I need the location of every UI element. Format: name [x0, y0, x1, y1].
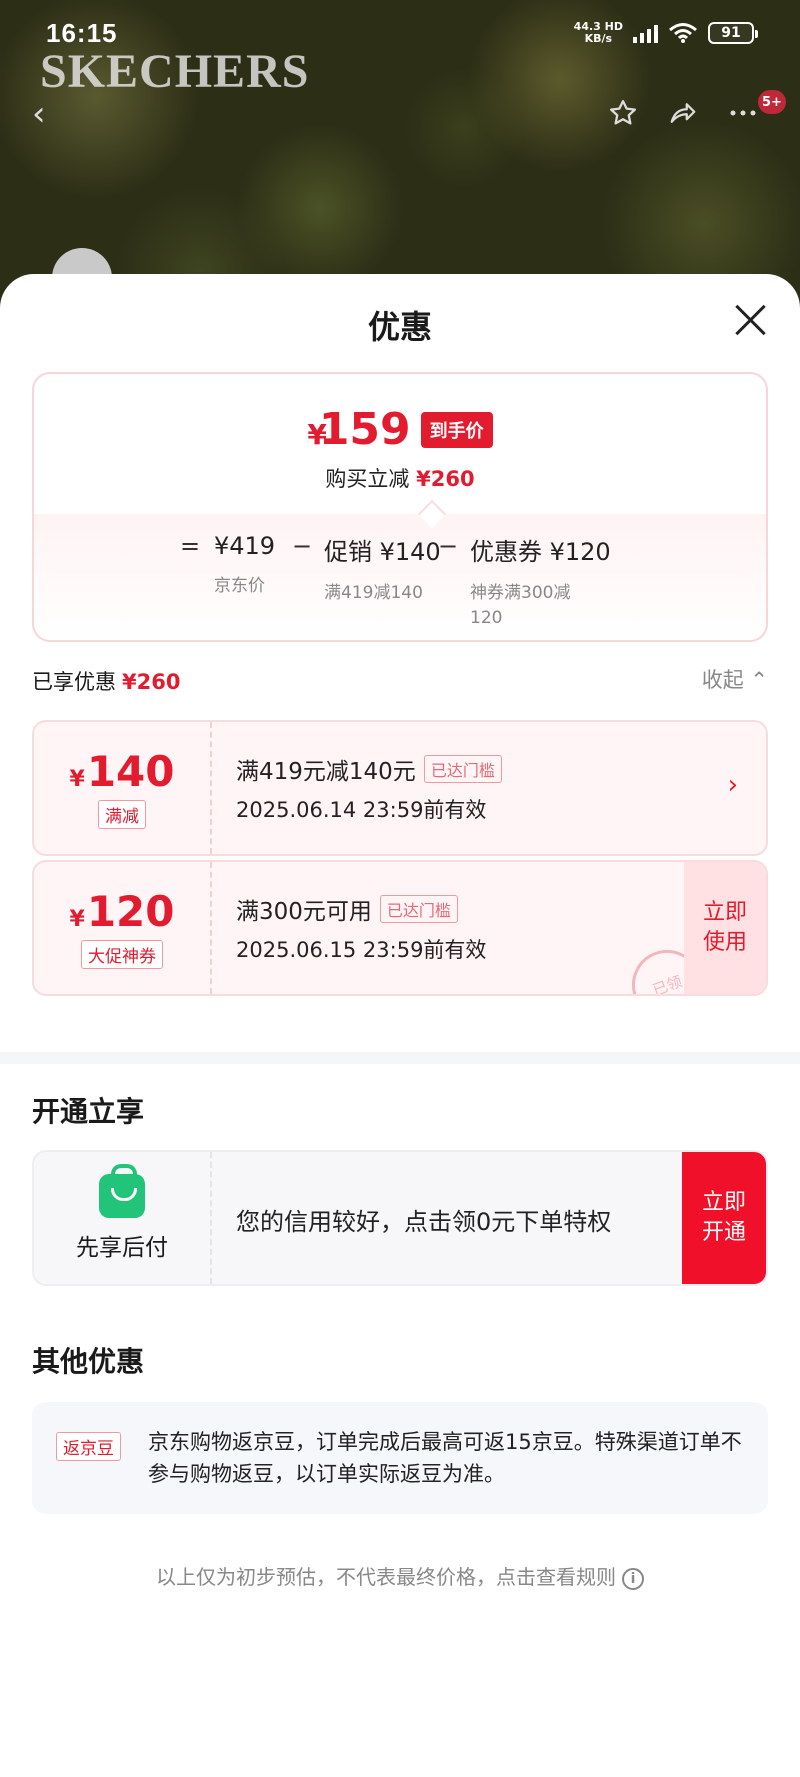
coupon-value: ¥140 [69, 747, 175, 796]
chevron-up-icon: ⌃ [750, 668, 768, 692]
threshold-chip: 已达门槛 [379, 895, 458, 923]
signal-icon [633, 23, 658, 43]
coupon-expiry: 2025.06.14 23:59前有效 [236, 798, 487, 822]
threshold-chip: 已达门槛 [423, 755, 502, 783]
network-speed: 44.3 HD KB/s [573, 20, 623, 45]
equals-sign: = [180, 532, 201, 560]
coupon-value: ¥120 [69, 887, 175, 936]
other-discount-text: 京东购物返京豆，订单完成后最高可返15京豆。特殊渠道订单不参与购物返豆，以订单实… [148, 1430, 742, 1486]
jd-bean-tag: 返京豆 [56, 1432, 121, 1461]
favorite-star-icon[interactable] [606, 96, 640, 130]
final-price-tag: 到手价 [420, 411, 493, 448]
saving-value: ¥260 [416, 467, 475, 491]
minus-sign: − [438, 532, 459, 560]
more-icon[interactable] [726, 96, 760, 130]
minus-sign: − [292, 532, 313, 560]
pay-later-text: 您的信用较好，点击领0元下单特权 [236, 1208, 612, 1236]
status-icons: 44.3 HD KB/s 91 [573, 20, 758, 45]
chevron-right-icon[interactable]: › [728, 770, 738, 800]
jd-price-item: ¥419 京东价 [214, 532, 276, 596]
enjoyed-discount: 已享优惠 ¥260 [32, 670, 181, 694]
price-breakdown: = ¥419 京东价 − 促销 ¥140 满419减140 − 优惠券 ¥120… [34, 532, 766, 632]
sheet-title: 优惠 [367, 308, 432, 346]
price-summary-card: ¥159 到手价 购买立减 ¥260 = ¥419 京东价 − 促销 ¥140 … [32, 372, 768, 642]
coupon-title: 满300元可用 [236, 899, 372, 925]
coupon-type: 满减 [98, 800, 146, 829]
section-divider [0, 1052, 800, 1064]
coupon-title: 满419元减140元 [236, 759, 416, 785]
battery-icon: 91 [708, 22, 758, 44]
coupon-expiry: 2025.06.15 23:59前有效 [236, 938, 487, 962]
collapse-button[interactable]: 收起 ⌃ [702, 664, 768, 694]
use-now-button[interactable]: 立即使用 [684, 862, 766, 994]
final-price: 159 [318, 404, 411, 455]
open-section-title: 开通立享 [32, 1095, 145, 1128]
disclaimer[interactable]: 以上仅为初步预估，不代表最终价格，点击查看规则 i [0, 1561, 800, 1590]
share-icon[interactable] [666, 96, 700, 130]
info-icon[interactable]: i [622, 1567, 644, 1590]
other-discount-card: 返京豆 京东购物返京豆，订单完成后最高可返15京豆。特殊渠道订单不参与购物返豆，… [32, 1402, 768, 1514]
top-nav: ‹ 5+ [0, 90, 800, 140]
close-icon[interactable] [732, 302, 768, 338]
promo-item: 促销 ¥140 满419减140 [324, 538, 441, 603]
saving-line: 购买立减 ¥260 [325, 467, 475, 491]
back-icon[interactable]: ‹ [32, 97, 60, 131]
other-section-title: 其他优惠 [32, 1345, 145, 1378]
notification-badge: 5+ [758, 90, 786, 114]
coupon-card[interactable]: ¥140 满减 满419元减140元 已达门槛 2025.06.14 23:59前… [32, 720, 768, 856]
open-now-button[interactable]: 立即开通 [682, 1152, 766, 1284]
card-notch [417, 499, 447, 529]
coupon-card: ¥120 大促神券 满300元可用 已达门槛 2025.06.15 23:59前有… [32, 860, 768, 996]
shopping-bag-icon [99, 1164, 145, 1218]
coupon-type: 大促神券 [81, 940, 163, 969]
coupon-item: 优惠券 ¥120 神券满300减120 [470, 538, 611, 628]
discount-sheet: 优惠 ¥159 到手价 购买立减 ¥260 = ¥419 京东价 − 促销 ¥1… [0, 274, 800, 1777]
pay-later-card[interactable]: 先享后付 您的信用较好，点击领0元下单特权 立即开通 [32, 1150, 768, 1286]
pay-later-label: 先享后付 [76, 1235, 168, 1261]
wifi-icon [668, 22, 698, 44]
